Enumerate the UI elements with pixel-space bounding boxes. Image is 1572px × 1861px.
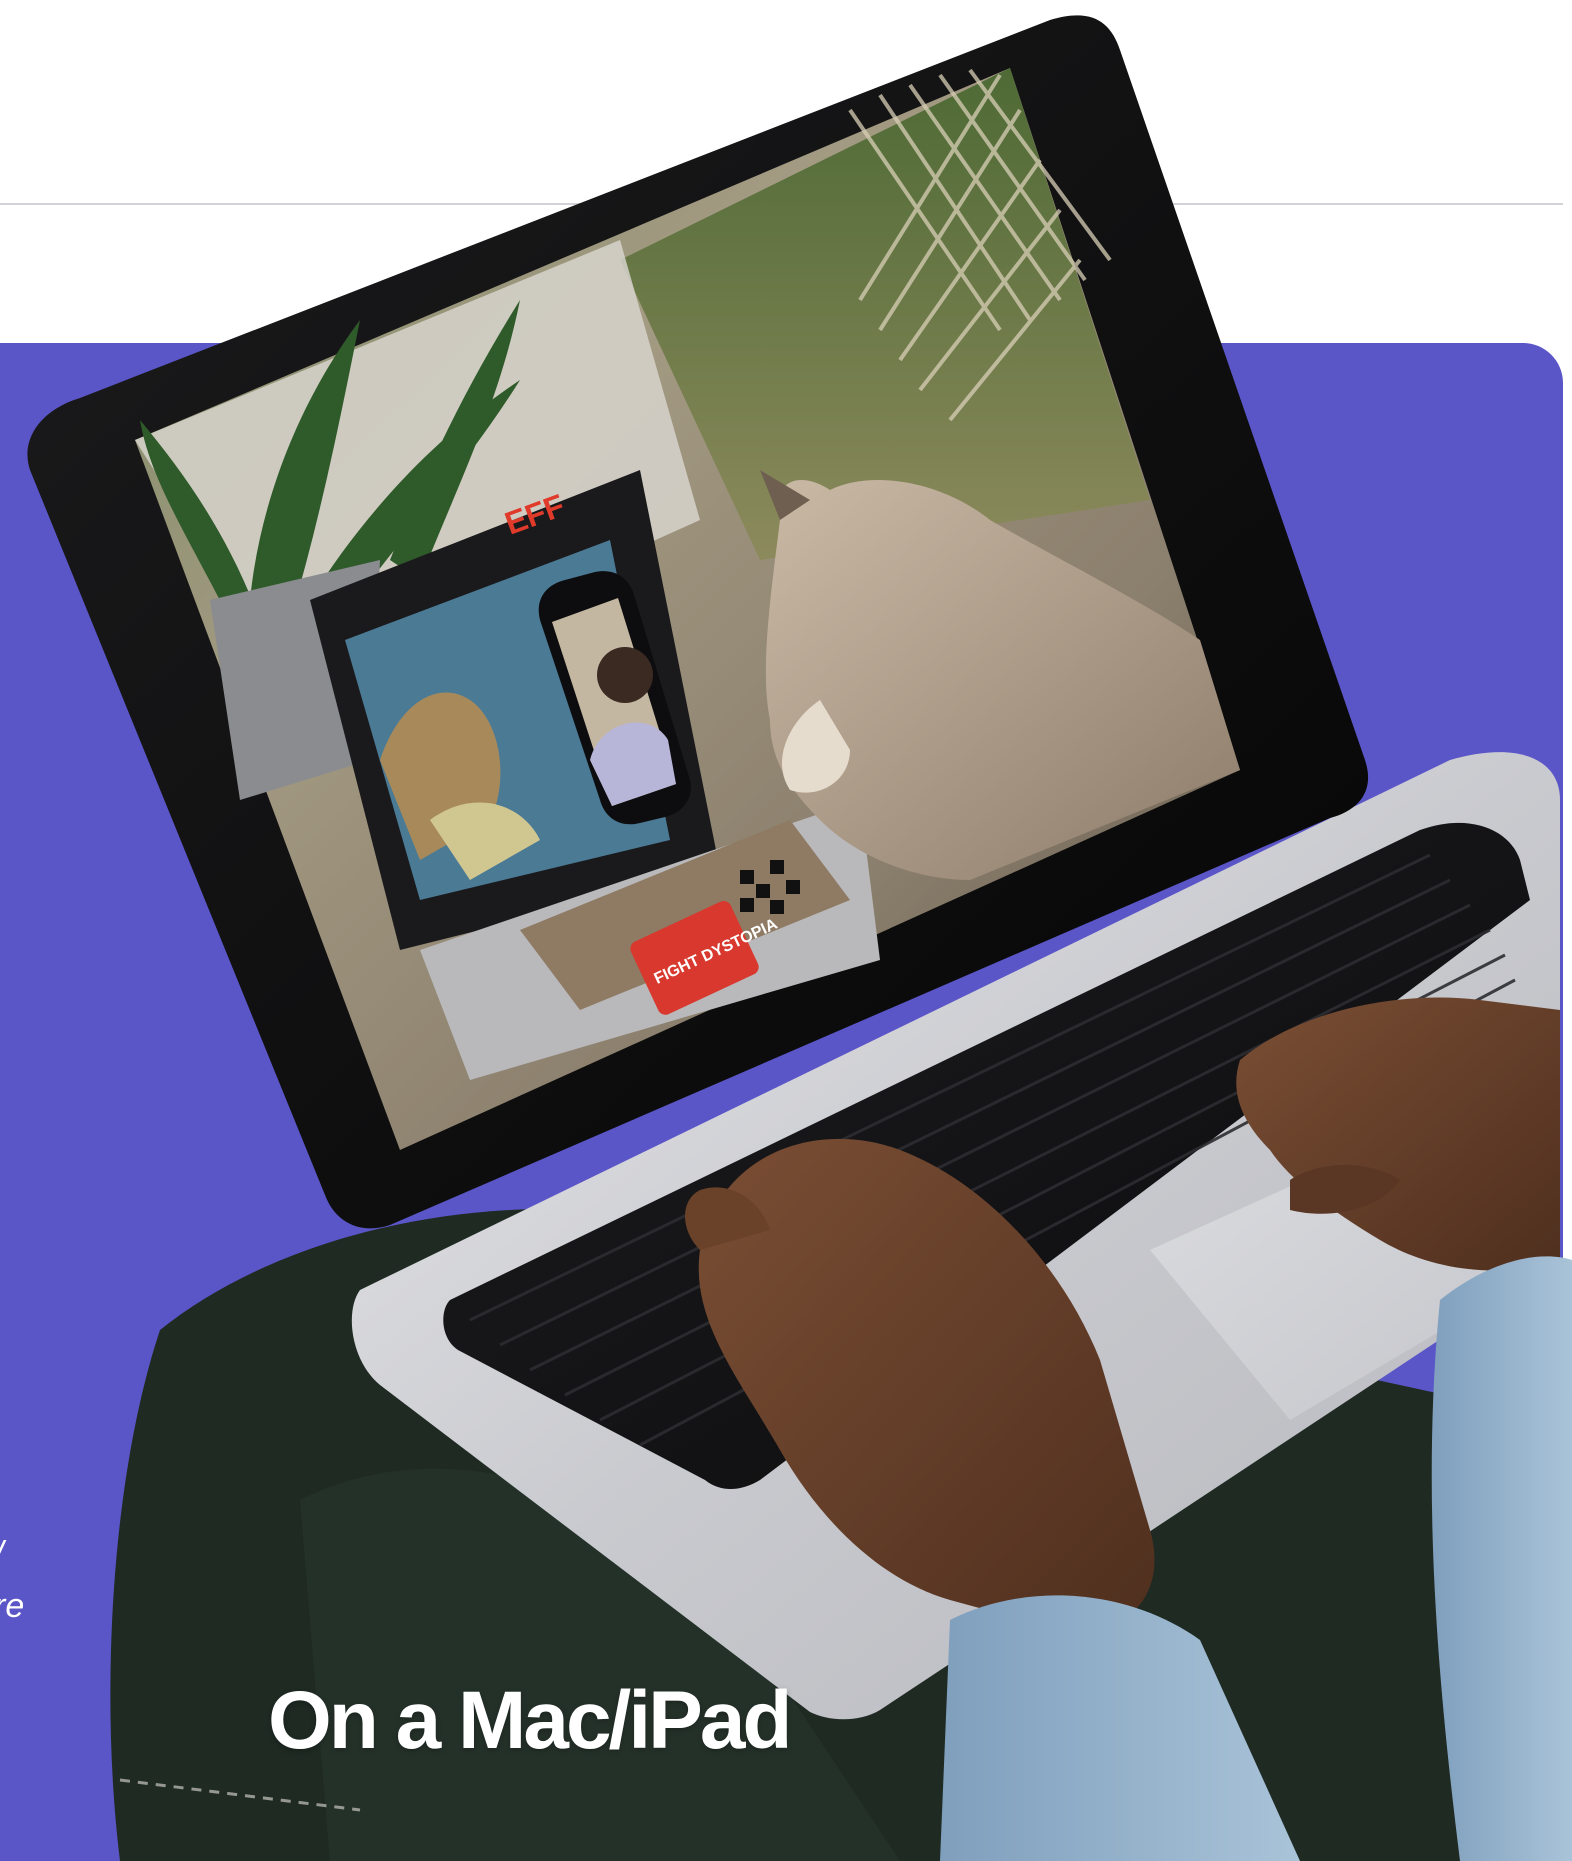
section-heading: On a Mac/iPad (268, 1675, 793, 1766)
laptop-photo: EFF FIGHT DYSTOPIA (27, 15, 1572, 1861)
denim-sleeve-right (1431, 1256, 1572, 1861)
intro-line-1: / (0, 1535, 3, 1573)
intro-line-2: re (0, 1587, 25, 1625)
page: EFF FIGHT DYSTOPIA e On a Mac/iPad (0, 0, 1572, 1861)
intro-text-fragment: / re (0, 1528, 24, 1632)
